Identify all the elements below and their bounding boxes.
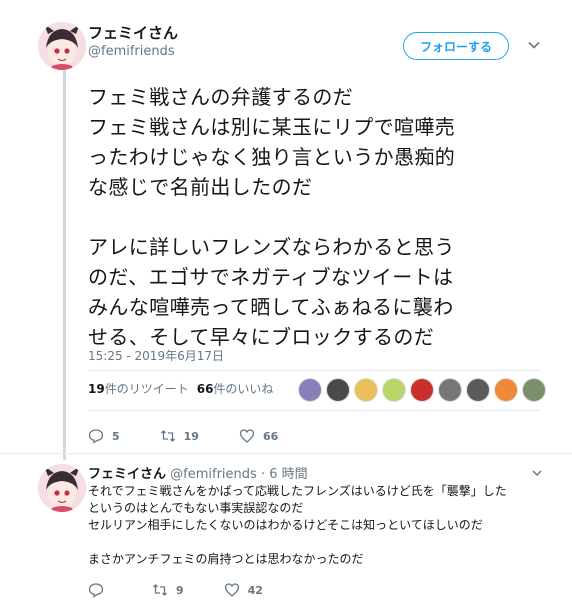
reply-text-line: というのはとんでもない事実誤認なのだ <box>88 501 304 515</box>
retweet-stat-count: 19 <box>88 382 105 396</box>
tweet-text-line: フェミ戦さんは別に某玉にリプで喧嘩売 <box>88 115 456 139</box>
reply-text-line: まさかアンチフェミの肩持つとは思わなかったのだ <box>88 552 364 566</box>
reply-count: 5 <box>112 429 120 443</box>
reply-author-name[interactable]: フェミイさん <box>88 467 166 482</box>
liker-avatar[interactable] <box>438 378 462 402</box>
divider <box>0 453 572 454</box>
like-count: 42 <box>247 583 263 597</box>
retweet-stat-label: 件のリツイート <box>104 382 189 396</box>
divider <box>88 370 540 371</box>
follow-button[interactable]: フォローする <box>403 32 509 60</box>
reply-actions: 9 42 <box>88 582 303 598</box>
divider <box>88 410 540 411</box>
like-stat-count: 66 <box>196 382 214 396</box>
retweet-button[interactable]: 9 <box>152 582 184 598</box>
liker-avatar[interactable] <box>298 378 322 402</box>
reply-text-line: セルリアン相手にしたくないのはわかるけどそこは知っといてほしいのだ <box>88 518 483 532</box>
tweet-text-line: ったわけじゃなく独り言というか愚痴的 <box>88 145 456 169</box>
reply-author-avatar[interactable] <box>38 464 86 512</box>
reply-button[interactable] <box>88 582 112 598</box>
like-button[interactable]: 42 <box>224 582 263 598</box>
liker-avatar[interactable] <box>522 378 546 402</box>
retweet-icon <box>153 584 167 596</box>
tweet-header: フェミイさん @femifriends <box>88 24 178 60</box>
tweet-text-line: みんな喧嘩売って晒してふぁねるに襲わ <box>88 295 454 319</box>
reply-icon <box>88 583 104 598</box>
like-button[interactable]: 66 <box>239 428 278 444</box>
reply-button[interactable]: 5 <box>88 428 120 444</box>
liker-avatars <box>298 378 550 402</box>
chevron-down-icon[interactable] <box>527 38 541 52</box>
tweet-actions: 5 19 66 <box>88 428 318 444</box>
author-handle[interactable]: @femifriends <box>88 43 178 60</box>
heart-icon <box>239 429 255 443</box>
tweet-text: フェミ戦さんの弁護するのだ フェミ戦さんは別に某玉にリプで喧嘩売 ったわけじゃな… <box>88 82 548 352</box>
retweet-button[interactable]: 19 <box>160 428 199 444</box>
liker-avatar[interactable] <box>354 378 378 402</box>
retweet-count: 19 <box>183 429 199 443</box>
tweet-text-line: アレに詳しいフレンズならわかると思う <box>88 235 455 259</box>
tweet-text-line: フェミ戦さんの弁護するのだ <box>88 85 354 109</box>
tweet-timestamp[interactable]: 15:25 - 2019年6月17日 <box>88 347 224 364</box>
author-avatar[interactable] <box>38 22 86 70</box>
liker-avatar[interactable] <box>466 378 490 402</box>
chevron-down-icon[interactable] <box>531 467 543 479</box>
heart-icon <box>224 583 239 597</box>
like-stat-label: 件のいいね <box>213 382 274 396</box>
author-name[interactable]: フェミイさん <box>88 24 178 43</box>
tweet-text-line: のだ、エゴサでネガティブなツイートは <box>88 265 454 289</box>
like-stat[interactable]: 66件のいいね <box>197 380 274 397</box>
liker-avatar[interactable] <box>326 378 350 402</box>
reply-author-handle[interactable]: @femifriends <box>170 467 257 482</box>
reply-time[interactable]: · 6 時間 <box>261 467 308 482</box>
avatar-illustration-icon <box>38 464 86 512</box>
thread-connector-line <box>63 70 66 460</box>
avatar-illustration-icon <box>38 22 86 70</box>
reply-text: それでフェミ戦さんをかばって応戦したフレンズはいるけど氏を「襲撃」した というの… <box>88 483 558 568</box>
retweet-stat[interactable]: 19件のリツイート <box>88 380 189 397</box>
reply-text-line: それでフェミ戦さんをかばって応戦したフレンズはいるけど氏を「襲撃」した <box>88 484 507 498</box>
retweet-icon <box>160 430 175 442</box>
like-count: 66 <box>262 429 279 443</box>
reply-header: フェミイさん @femifriends · 6 時間 <box>88 466 308 483</box>
tweet-text-line: な感じで名前出したのだ <box>88 175 313 199</box>
liker-avatar[interactable] <box>494 378 518 402</box>
retweet-count: 9 <box>176 583 184 597</box>
liker-avatar[interactable] <box>410 378 434 402</box>
liker-avatar[interactable] <box>382 378 406 402</box>
reply-icon <box>88 429 104 444</box>
engagement-stats: 19件のリツイート 66件のいいね <box>88 380 273 397</box>
